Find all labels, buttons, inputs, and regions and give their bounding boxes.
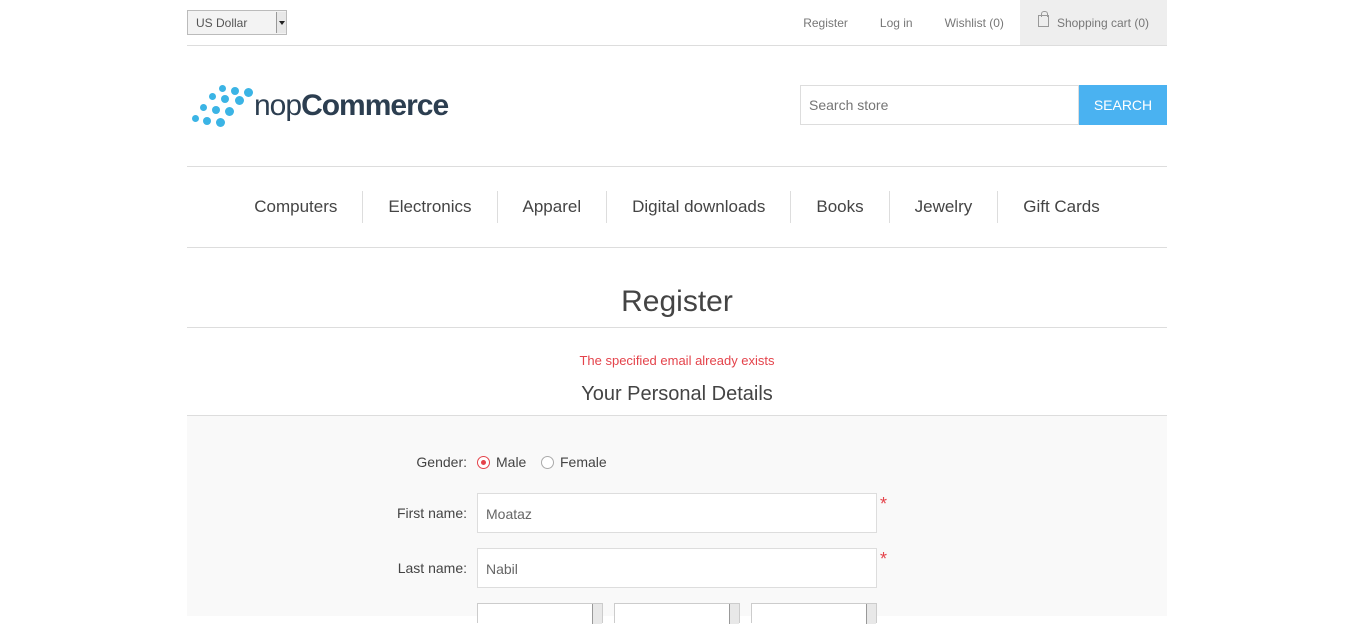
logo-text: nopCommerce [254,89,449,123]
page-title: Register [621,285,733,318]
required-mark: * [880,549,888,569]
birth-day-select[interactable] [477,603,603,624]
page-container: US Dollar Register Log in Wishlist (0) S… [187,0,1167,624]
logo-dot [203,117,211,125]
header-links-bar: US Dollar Register Log in Wishlist (0) S… [187,0,1167,46]
nav-item-jewelry[interactable]: Jewelry [888,191,998,223]
logo-dot [216,118,225,127]
logo-dot [212,106,220,114]
chevron-down-icon[interactable] [866,604,876,624]
header-main: nopCommerce SEARCH [187,46,1167,167]
gender-male-option[interactable]: Male [477,454,526,470]
chevron-down-icon[interactable] [276,12,286,33]
gender-female-label: Female [560,454,607,470]
logo-prefix: nop [254,89,302,122]
chevron-down-icon[interactable] [729,604,739,624]
currency-selector[interactable]: US Dollar [187,10,287,35]
currency-value: US Dollar [196,16,248,30]
radio-checked-icon[interactable] [477,455,490,469]
last-name-field[interactable]: Nabil [477,548,877,588]
required-mark: * [880,494,888,514]
store-logo[interactable]: nopCommerce [190,84,449,128]
logo-dot [231,87,239,95]
search-button[interactable]: SEARCH [1079,85,1167,125]
page-title-bar: Register [187,248,1167,328]
logo-dot [244,88,253,97]
shopping-cart-label: Shopping cart (0) [1056,15,1149,30]
birth-month-select[interactable] [614,603,740,624]
last-name-label: Last name: [397,560,467,576]
error-message: The specified email already exists [579,353,775,368]
register-link[interactable]: Register [803,16,848,30]
header-links: Register Log in Wishlist (0) Shopping ca… [771,0,1167,45]
top-menu: Computers Electronics Apparel Digital downl… [187,167,1167,248]
nav-item-electronics[interactable]: Electronics [362,191,496,223]
section-title: Your Personal Details [187,382,1167,416]
nav-item-computers[interactable]: Computers [229,191,362,223]
search-input[interactable] [800,85,1079,125]
nav-item-digital-downloads[interactable]: Digital downloads [606,191,790,223]
logo-dots-icon [190,84,253,128]
nav-item-books[interactable]: Books [790,191,888,223]
logo-dot [221,95,229,103]
logo-brand: Commerce [301,89,449,122]
shopping-cart-link[interactable]: Shopping cart (0) [1019,0,1167,45]
logo-dot [192,115,199,122]
nav-item-gift-cards[interactable]: Gift Cards [997,191,1125,223]
gender-label: Gender: [416,454,467,470]
logo-dot [219,85,226,92]
radio-unchecked-icon[interactable] [541,455,554,469]
login-link[interactable]: Log in [880,16,913,30]
wishlist-link[interactable]: Wishlist (0) [945,16,1004,30]
first-name-label: First name: [396,505,467,521]
search-box: SEARCH [800,85,1167,125]
logo-dot [225,107,234,116]
birth-year-select[interactable] [751,603,877,624]
chevron-down-icon[interactable] [592,604,602,624]
logo-dot [209,93,216,100]
gender-male-label: Male [496,454,527,470]
nav-item-apparel[interactable]: Apparel [496,191,607,223]
personal-details-form: Gender: Male Female First name: Moataz *… [187,416,1167,624]
logo-dot [235,96,244,105]
gender-female-option[interactable]: Female [541,454,607,470]
shopping-bag-icon [1037,10,1049,27]
first-name-field[interactable]: Moataz [477,493,877,533]
logo-dot [200,104,207,111]
